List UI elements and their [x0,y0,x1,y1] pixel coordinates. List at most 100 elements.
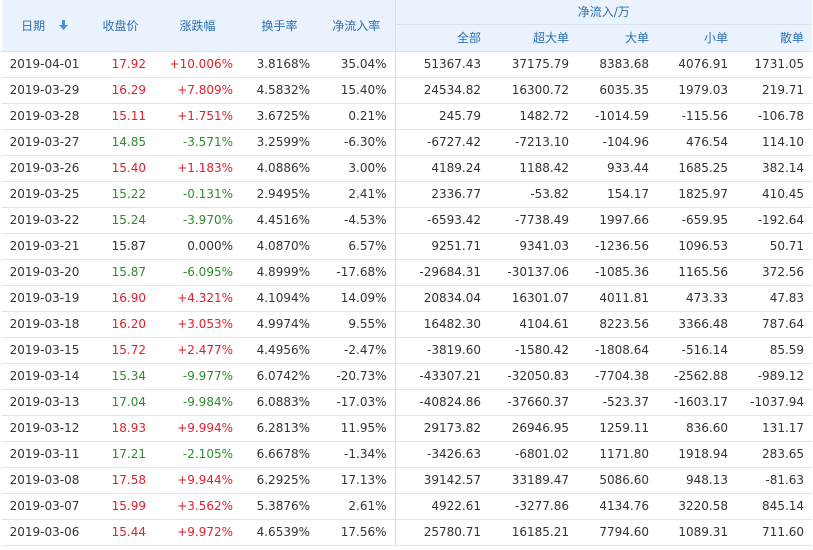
cell-net-retail: 372.56 [736,259,813,286]
cell-net-retail: 131.17 [736,415,813,442]
header-super[interactable]: 超大单 [489,24,577,52]
header-net-inflow-label: 净流入/万 [577,5,630,20]
table-row[interactable]: 2019-03-25 15.22 -0.131% 2.9495% 2.41% 2336.7… [2,181,813,208]
table-row[interactable]: 2019-03-06 15.44 +9.972% 4.6539% 17.56% 25780… [2,519,813,546]
table-row[interactable]: 2019-03-13 17.04 -9.984% 6.0883% -17.03% -408… [2,389,813,416]
cell-net-small: 3366.48 [657,311,736,338]
header-turnover[interactable]: 换手率 [241,0,318,52]
cell-net-small: 1825.97 [657,181,736,208]
cell-net-ratio: 14.09% [318,285,395,312]
header-all[interactable]: 全部 [394,24,489,52]
cell-close: 15.99 [87,493,154,520]
cell-change: +2.477% [154,337,241,364]
cell-net-large: -523.37 [577,389,657,416]
cell-date: 2019-03-13 [2,389,87,416]
cell-net-retail: 50.71 [736,233,813,260]
cell-change: -9.977% [154,363,241,390]
table-row[interactable]: 2019-03-08 17.58 +9.944% 6.2925% 17.13% 39142… [2,467,813,494]
cell-turnover: 4.0870% [241,233,318,260]
cell-date: 2019-03-06 [2,519,87,546]
table-row[interactable]: 2019-03-29 16.29 +7.809% 4.5832% 15.40% 24534… [2,77,813,104]
cell-net-all: -29684.31 [394,259,489,286]
cell-net-all: 25780.71 [394,519,489,546]
cell-net-all: 29173.82 [394,415,489,442]
header-date-label: 日期 [21,18,46,33]
cell-net-ratio: 6.57% [318,233,395,260]
cell-net-small: 473.33 [657,285,736,312]
table-header: 日期 收盘价 涨跌幅 换手率 净流入率 净流入/万 全部 超大单 大单 小单 散… [2,0,813,52]
cell-net-small: 1096.53 [657,233,736,260]
cell-turnover: 6.0742% [241,363,318,390]
cell-net-retail: 382.14 [736,155,813,182]
table-row[interactable]: 2019-03-20 15.87 -6.095% 4.8999% -17.68% -296… [2,259,813,286]
cell-close: 14.85 [87,129,154,156]
header-net-ratio[interactable]: 净流入率 [318,0,395,52]
header-date[interactable]: 日期 [2,0,87,52]
header-change[interactable]: 涨跌幅 [154,0,241,52]
header-large[interactable]: 大单 [577,24,657,52]
cell-change: +1.751% [154,103,241,130]
cell-net-large: 933.44 [577,155,657,182]
cell-net-super: -30137.06 [489,259,577,286]
cell-net-retail: -1037.94 [736,389,813,416]
cell-net-retail: 711.60 [736,519,813,546]
cell-close: 15.87 [87,259,154,286]
cell-turnover: 6.2813% [241,415,318,442]
header-large-label: 大单 [624,31,649,45]
sort-desc-icon[interactable] [58,19,68,33]
cell-net-super: -32050.83 [489,363,577,390]
cell-net-large: 6035.35 [577,77,657,104]
cell-date: 2019-03-21 [2,233,87,260]
header-change-label: 涨跌幅 [179,18,216,33]
table-row[interactable]: 2019-04-01 17.92 +10.006% 3.8168% 35.04% 5136… [2,51,813,78]
cell-change: -2.105% [154,441,241,468]
table-row[interactable]: 2019-03-26 15.40 +1.183% 4.0886% 3.00% 4189.2… [2,155,813,182]
cell-net-retail: 47.83 [736,285,813,312]
cell-close: 15.11 [87,103,154,130]
cell-date: 2019-04-01 [2,51,87,78]
cell-net-super: 16301.07 [489,285,577,312]
header-close[interactable]: 收盘价 [87,0,154,52]
cell-turnover: 4.5832% [241,77,318,104]
cell-net-super: -53.82 [489,181,577,208]
cell-net-small: 1918.94 [657,441,736,468]
table-row[interactable]: 2019-03-11 17.21 -2.105% 6.6678% -1.34% -3426… [2,441,813,468]
cell-net-ratio: -17.68% [318,259,395,286]
table-row[interactable]: 2019-03-14 15.34 -9.977% 6.0742% -20.73% -433… [2,363,813,390]
table-body: 2019-04-01 17.92 +10.006% 3.8168% 35.04% 5136… [2,51,813,546]
table-row[interactable]: 2019-03-15 15.72 +2.477% 4.4956% -2.47% -3819… [2,337,813,364]
header-small-label: 小单 [703,31,728,45]
table-row[interactable]: 2019-03-19 16.90 +4.321% 4.1094% 14.09% 20834… [2,285,813,312]
cell-date: 2019-03-18 [2,311,87,338]
cell-change: -3.571% [154,129,241,156]
cell-change: -3.970% [154,207,241,234]
cell-close: 18.93 [87,415,154,442]
cell-net-all: 9251.71 [394,233,489,260]
cell-change: +7.809% [154,77,241,104]
cell-close: 15.72 [87,337,154,364]
cell-turnover: 4.1094% [241,285,318,312]
header-retail[interactable]: 散单 [736,24,813,52]
cell-net-large: -7704.38 [577,363,657,390]
cell-net-retail: 1731.05 [736,51,813,78]
cell-change: +9.944% [154,467,241,494]
table-row[interactable]: 2019-03-12 18.93 +9.994% 6.2813% 11.95% 29173… [2,415,813,442]
table-row[interactable]: 2019-03-22 15.24 -3.970% 4.4516% -4.53% -6593… [2,207,813,234]
cell-net-super: -6801.02 [489,441,577,468]
cell-net-super: 33189.47 [489,467,577,494]
cell-net-all: 245.79 [394,103,489,130]
table-row[interactable]: 2019-03-07 15.99 +3.562% 5.3876% 2.61% 4922.6… [2,493,813,520]
cell-date: 2019-03-22 [2,207,87,234]
cell-date: 2019-03-12 [2,415,87,442]
cell-net-large: 1171.80 [577,441,657,468]
cell-date: 2019-03-07 [2,493,87,520]
table-row[interactable]: 2019-03-18 16.20 +3.053% 4.9974% 9.55% 16482.… [2,311,813,338]
cell-net-all: 4189.24 [394,155,489,182]
header-small[interactable]: 小单 [657,24,736,52]
table-row[interactable]: 2019-03-21 15.87 0.000% 4.0870% 6.57% 9251.71… [2,233,813,260]
cell-turnover: 4.4956% [241,337,318,364]
cell-net-retail: 114.10 [736,129,813,156]
table-row[interactable]: 2019-03-27 14.85 -3.571% 3.2599% -6.30% -6727… [2,129,813,156]
cell-net-all: -3819.60 [394,337,489,364]
table-row[interactable]: 2019-03-28 15.11 +1.751% 3.6725% 0.21% 245.79… [2,103,813,130]
